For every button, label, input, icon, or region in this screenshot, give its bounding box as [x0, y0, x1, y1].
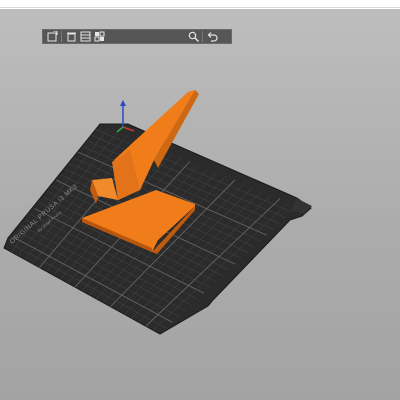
- z-axis-arrow-icon: [120, 100, 126, 106]
- window-top-strip: [0, 0, 400, 8]
- 3d-viewport[interactable]: ORIGINAL PRUSA i3 MK3 by Josef Prusa: [0, 9, 400, 400]
- print-scene: ORIGINAL PRUSA i3 MK3 by Josef Prusa: [3, 90, 312, 335]
